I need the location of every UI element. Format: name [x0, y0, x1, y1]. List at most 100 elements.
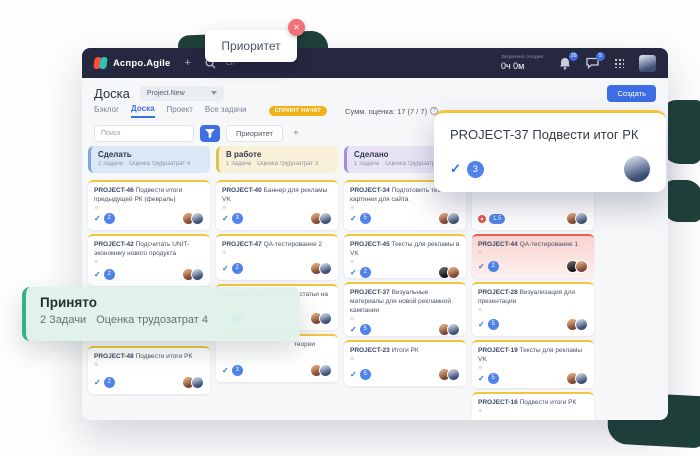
project-select[interactable]: Project.New [140, 86, 224, 101]
tab-project[interactable]: Проект [167, 105, 193, 117]
description-icon: ≡ [222, 205, 332, 212]
column-effort: Оценка трудозатрат 4 [129, 161, 190, 167]
add-filter-button[interactable]: + [293, 128, 299, 139]
column-in-progress: В работе 1 ЗадачаОценка трудозатрат 3 PR… [216, 146, 338, 382]
apps-menu-button[interactable] [612, 56, 626, 70]
tab-board[interactable]: Доска [131, 104, 154, 118]
check-icon: ✓ [478, 374, 485, 383]
task-card[interactable]: PROJECT-19 Тексты для рекламы VK ≡ ✓5 [472, 340, 594, 388]
fire-icon [478, 215, 486, 223]
task-card[interactable]: PROJECT-45 Тексты для рекламы в VK ≡ ✓2 [344, 234, 466, 278]
avatar [191, 268, 204, 281]
estimate-badge: 2 [232, 263, 243, 274]
check-icon: ✓ [350, 214, 357, 223]
column-count: 2 Задачи [98, 161, 123, 167]
column-effort: Оценка трудозатрат [385, 161, 441, 167]
accepted-count: 2 Задачи [40, 314, 86, 326]
time-badge: 1.5 [489, 214, 505, 224]
avatar [319, 364, 332, 377]
create-button[interactable]: Создать [607, 85, 656, 102]
task-card[interactable]: PROJECT-46 Подвести итоги предыдущей РК … [88, 180, 210, 230]
avatar [191, 376, 204, 389]
estimate-badge: 3 [232, 213, 243, 224]
description-icon: ≡ [94, 205, 204, 212]
description-icon: ≡ [478, 365, 588, 372]
screenshot-stage: Аспро.Agile + Сп Затрачено сегодня 0ч 0м… [0, 0, 700, 456]
avatar [447, 368, 460, 381]
close-icon[interactable]: ✕ [288, 19, 305, 36]
time-tracker-value: 0ч 0м [501, 61, 543, 71]
check-icon: ✓ [94, 378, 101, 387]
accepted-column-overlay[interactable]: Принято 2 Задачи Оценка трудозатрат 4 [22, 287, 300, 341]
description-icon: ≡ [222, 250, 332, 257]
user-avatar[interactable] [639, 55, 656, 72]
column-header[interactable]: В работе 1 ЗадачаОценка трудозатрат 3 [216, 146, 338, 173]
avatar [447, 212, 460, 225]
column-title: Сделать [98, 150, 203, 159]
estimate-badge: 2 [488, 261, 499, 272]
avatar [319, 262, 332, 275]
estimate-badge: 5 [360, 324, 371, 335]
notifications-button[interactable]: 26 [558, 56, 572, 70]
check-icon: ✓ [222, 264, 229, 273]
column-header[interactable]: Сделать 2 Задачи Оценка трудозатрат 4 [88, 146, 210, 173]
check-icon: ✓ [222, 214, 229, 223]
task-card[interactable]: PROJECT-47 QA-тестирование 2 ≡ ✓2 [216, 234, 338, 280]
brand-name: Аспро.Agile [113, 58, 170, 69]
check-icon: ✓ [94, 270, 101, 279]
estimate-badge: 2 [360, 267, 371, 278]
estimate-badge: 2 [104, 269, 115, 280]
avatar [447, 323, 460, 336]
estimate-badge: 5 [360, 369, 371, 380]
funnel-icon [205, 129, 215, 139]
messages-button[interactable]: 5 [585, 56, 599, 70]
avatar [319, 212, 332, 225]
task-card[interactable]: теории ✓3 [216, 334, 338, 382]
decor-blob [664, 180, 700, 222]
task-card[interactable]: PROJECT-23 Итоги РК ≡ ✓5 [344, 340, 466, 386]
description-icon: ≡ [94, 362, 204, 369]
top-navbar: Аспро.Agile + Сп Затрачено сегодня 0ч 0м… [82, 48, 668, 78]
app-window: Аспро.Agile + Сп Затрачено сегодня 0ч 0м… [82, 48, 668, 420]
sprint-summary: Сумм. оценка: 17 (7 / 7) ? [345, 107, 438, 116]
check-icon: ✓ [350, 370, 357, 379]
task-card[interactable]: PROJECT-28 Визуализация для презентации … [472, 282, 594, 336]
check-icon: ✓ [350, 325, 357, 334]
task-card[interactable]: PROJECT-48 Подвести итоги РК ≡ ✓2 [88, 346, 210, 394]
aspro-logo-icon [94, 57, 107, 69]
filter-button[interactable] [200, 125, 220, 142]
description-icon: ≡ [350, 316, 460, 323]
column-count: 1 Задача [354, 161, 379, 167]
avatar [575, 318, 588, 331]
priority-tooltip-label: Приоритет [221, 39, 280, 53]
priority-tooltip: Приоритет ✕ [205, 30, 297, 62]
add-icon[interactable]: + [184, 58, 190, 68]
estimate-badge: 2 [104, 213, 115, 224]
time-tracker[interactable]: Затрачено сегодня 0ч 0м [501, 55, 543, 71]
description-icon: ≡ [350, 356, 460, 363]
task-card[interactable]: PROJECT-37 Визуальные материалы для ново… [344, 282, 466, 336]
task-card[interactable]: PROJECT-40 Баннер для рекламы VK ≡ ✓3 [216, 180, 338, 230]
check-icon: ✓ [478, 320, 485, 329]
check-icon: ✓ [478, 262, 485, 271]
estimate-badge: 2 [104, 377, 115, 388]
page-title: Доска [94, 86, 130, 101]
chevron-down-icon [211, 91, 217, 95]
task-card-highlighted[interactable]: PROJECT-44 QA-тестирование 1 ≡ ✓2 [472, 234, 594, 278]
column-title: В работе [226, 150, 331, 159]
tab-backlog[interactable]: Бэклог [94, 105, 119, 117]
tab-all-tasks[interactable]: Все задачи [205, 105, 247, 117]
accepted-effort: Оценка трудозатрат 4 [96, 314, 208, 326]
project-select-value: Project.New [147, 90, 185, 97]
description-icon: ≡ [478, 408, 588, 415]
task-card[interactable]: PROJECT-16 Подвести итоги РК ≡ ✓ [472, 392, 594, 420]
priority-filter-button[interactable]: Приоритет [226, 125, 283, 142]
column-count: 1 Задача [226, 161, 251, 167]
task-card[interactable]: PROJECT-42 Подсчитать UNIT-экономику нов… [88, 234, 210, 286]
estimate-badge: 5 [488, 373, 499, 384]
check-icon: ✓ [94, 214, 101, 223]
search-input[interactable] [94, 125, 194, 142]
sprint-summary-text: Сумм. оценка: 17 (7 / 7) [345, 107, 427, 116]
avatar [575, 372, 588, 385]
task-popup-card[interactable]: PROJECT-37 Подвести итог РК ✓ 3 [434, 110, 666, 192]
